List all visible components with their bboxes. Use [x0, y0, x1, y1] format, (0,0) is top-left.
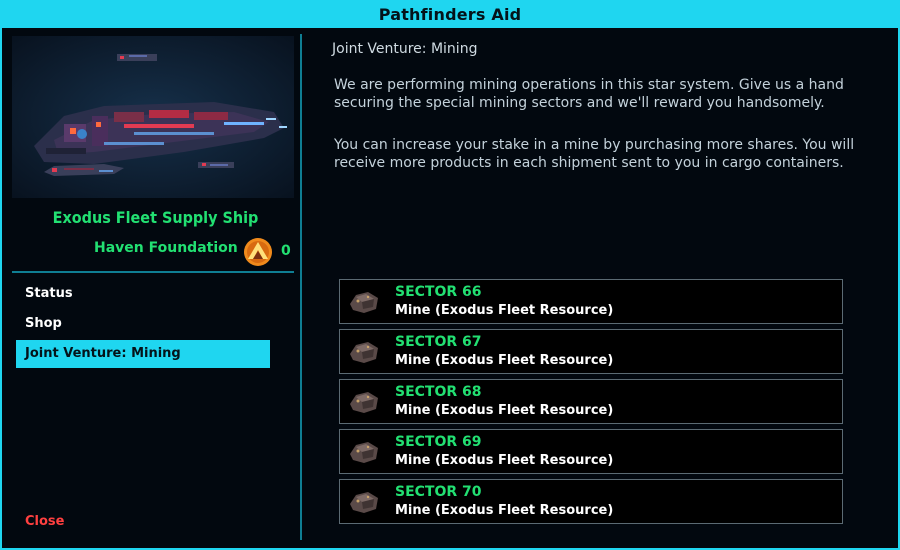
sector-item[interactable]: SECTOR 70 Mine (Exodus Fleet Resource)	[339, 479, 843, 524]
sector-name: SECTOR 68	[395, 384, 482, 400]
pathfinders-aid-window: Pathfinders Aid Exodus Fleet Supply Ship…	[0, 0, 900, 550]
right-panel: Joint Venture: Mining We are performing …	[302, 30, 898, 548]
description-paragraph: You can increase your stake in a mine by…	[334, 137, 855, 171]
sector-type: Mine (Exodus Fleet Resource)	[395, 303, 614, 318]
sector-name: SECTOR 67	[395, 334, 482, 350]
faction-emblem-icon	[243, 237, 273, 267]
sector-name: SECTOR 70	[395, 484, 482, 500]
sector-item[interactable]: SECTOR 69 Mine (Exodus Fleet Resource)	[339, 429, 843, 474]
sector-type: Mine (Exodus Fleet Resource)	[395, 353, 614, 368]
window-title: Pathfinders Aid	[2, 2, 898, 28]
ore-rock-icon	[348, 388, 380, 416]
ship-name: Exodus Fleet Supply Ship	[52, 208, 259, 227]
sector-type: Mine (Exodus Fleet Resource)	[395, 503, 614, 518]
sector-item[interactable]: SECTOR 66 Mine (Exodus Fleet Resource)	[339, 279, 843, 324]
nav-item-joint-venture-mining[interactable]: Joint Venture: Mining	[16, 340, 270, 368]
ore-rock-icon	[348, 488, 380, 516]
nav-item-status[interactable]: Status	[16, 280, 270, 308]
close-button[interactable]: Close	[25, 514, 64, 529]
description-paragraph: We are performing mining operations in t…	[334, 77, 844, 111]
nav-item-shop[interactable]: Shop	[16, 310, 270, 338]
nav-menu: Status Shop Joint Venture: Mining	[16, 280, 270, 370]
ship-image	[12, 36, 294, 198]
faction-count: 0	[281, 243, 291, 259]
faction-name: Haven Foundation	[94, 240, 238, 256]
sector-item[interactable]: SECTOR 68 Mine (Exodus Fleet Resource)	[339, 379, 843, 424]
sector-type: Mine (Exodus Fleet Resource)	[395, 453, 614, 468]
ore-rock-icon	[348, 288, 380, 316]
ore-rock-icon	[348, 338, 380, 366]
left-panel: Exodus Fleet Supply Ship Haven Foundatio…	[10, 32, 301, 542]
sector-item[interactable]: SECTOR 67 Mine (Exodus Fleet Resource)	[339, 329, 843, 374]
sector-name: SECTOR 69	[395, 434, 482, 450]
sector-list: SECTOR 66 Mine (Exodus Fleet Resource) S…	[339, 279, 843, 529]
ore-rock-icon	[348, 438, 380, 466]
faction-row: Haven Foundation 0	[10, 237, 301, 267]
sector-name: SECTOR 66	[395, 284, 482, 300]
left-divider	[12, 271, 294, 273]
sector-type: Mine (Exodus Fleet Resource)	[395, 403, 614, 418]
section-title: Joint Venture: Mining	[332, 41, 478, 57]
